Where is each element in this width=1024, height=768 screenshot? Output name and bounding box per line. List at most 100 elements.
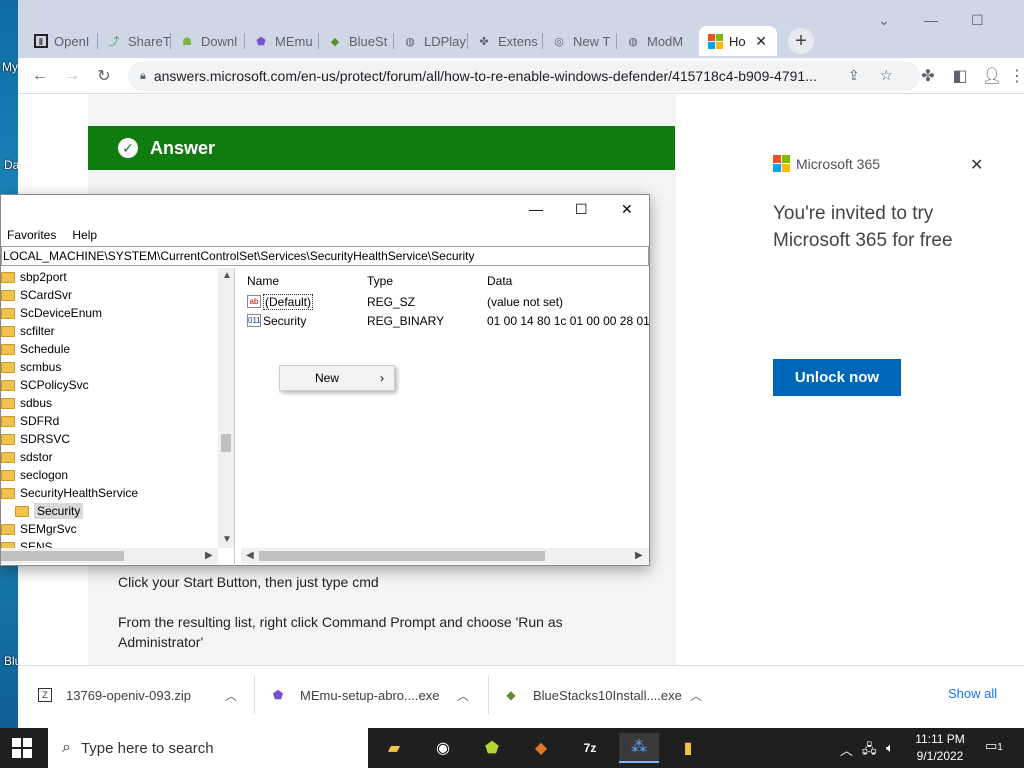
browser-tab[interactable]: ⬟ MEmu (245, 26, 319, 56)
volume-icon[interactable]: 🔈︎ (886, 740, 894, 756)
tree-item[interactable]: sbp2port (1, 268, 67, 286)
notifications-icon[interactable]: ▭1 (985, 738, 1003, 754)
bluestacks-icon: ◆ (506, 688, 516, 702)
microsoft-365-ad: Microsoft 365 ✕ You're invited to try Mi… (773, 155, 1013, 455)
registry-value-row[interactable]: ab (Default) REG_SZ (value not set) (241, 293, 649, 311)
forward-icon[interactable]: → (60, 64, 84, 88)
folder-icon (1, 379, 15, 391)
taskbar: ⌕ Type here to search ▰ ◉ ⬟ ◆ 7z ⁂ ▮ ︿ 🖧… (0, 728, 1024, 768)
chevron-up-icon[interactable]: ︿ (457, 687, 469, 704)
menu-help[interactable]: Help (72, 228, 97, 242)
browser-tab[interactable]: ☗ Downl (171, 26, 245, 56)
list-horizontal-scrollbar[interactable]: ◀ ▶ (241, 548, 649, 564)
download-item[interactable]: ⬟ MEmu-setup-abro....exe ︿ (270, 666, 469, 724)
bookmark-star-icon[interactable]: ☆ (880, 67, 893, 84)
minimize-icon[interactable]: — (529, 201, 543, 217)
registry-editor-icon[interactable]: ⁂ (619, 733, 659, 763)
menu-favorites[interactable]: Favorites (7, 228, 56, 242)
reload-icon[interactable]: ↻ (92, 64, 116, 88)
show-all-downloads-link[interactable]: Show all (948, 686, 997, 701)
scroll-down-icon[interactable]: ▼ (222, 534, 232, 545)
browser-tab[interactable]: ◍ LDPlay (394, 26, 468, 56)
profile-icon[interactable]: 👤︎ (980, 64, 1004, 88)
windows-start-icon[interactable] (12, 738, 32, 758)
registry-address-bar[interactable]: LOCAL_MACHINE\SYSTEM\CurrentControlSet\S… (1, 246, 649, 266)
chevron-up-icon[interactable]: ︿ (225, 687, 237, 704)
scroll-up-icon[interactable]: ▲ (222, 270, 232, 281)
desktop-icon-label[interactable]: My (2, 60, 18, 74)
tree-item[interactable]: SDFRd (1, 412, 59, 430)
browser-tab-active[interactable]: Ho ✕ (699, 26, 777, 56)
close-tab-icon[interactable]: ✕ (755, 33, 767, 50)
scrollbar-thumb[interactable] (1, 551, 124, 561)
browser-tab[interactable]: ◎ New T (543, 26, 617, 56)
side-panel-icon[interactable]: ◧ (948, 64, 972, 88)
share-page-icon[interactable]: ⇪ (848, 67, 860, 84)
taskbar-search-box[interactable]: ⌕ Type here to search (48, 728, 368, 768)
chevron-up-icon[interactable]: ︿ (690, 687, 702, 704)
maximize-icon[interactable]: ☐ (575, 201, 588, 218)
scrollbar-thumb[interactable] (259, 551, 545, 561)
tab-label: LDPlay (424, 33, 466, 49)
back-icon[interactable]: ← (28, 64, 52, 88)
scroll-left-icon[interactable]: ◀ (246, 550, 254, 561)
column-header-data[interactable]: Data (487, 274, 512, 288)
system-clock[interactable]: 11:11 PM 9/1/2022 (905, 731, 975, 765)
column-header-name[interactable]: Name (247, 274, 279, 288)
browser-tab[interactable]: ◆ BlueSt (319, 26, 394, 56)
folder-icon (1, 271, 15, 283)
tree-item[interactable]: sdbus (1, 394, 52, 412)
scroll-right-icon[interactable]: ▶ (635, 550, 643, 561)
list-header: Name Type Data (241, 268, 649, 292)
seven-zip-icon[interactable]: 7z (570, 733, 610, 763)
browser-tab[interactable]: ◍ ModM (617, 26, 691, 56)
scroll-right-icon[interactable]: ▶ (205, 550, 213, 561)
tree-item[interactable]: scfilter (1, 322, 55, 340)
browser-tab[interactable]: ▮ OpenI (26, 26, 98, 56)
tree-item[interactable]: SecurityHealthService (1, 484, 138, 502)
tab-search-icon[interactable]: ⌄ (878, 12, 890, 29)
android-icon: ☗ (182, 35, 192, 48)
tree-item[interactable]: SCPolicySvc (1, 376, 89, 394)
close-icon[interactable]: ✕ (621, 201, 633, 218)
address-bar[interactable]: 🔒︎ answers.microsoft.com/en-us/protect/f… (128, 61, 920, 91)
tree-item[interactable]: SEMgrSvc (1, 520, 77, 538)
tree-item[interactable]: ScDeviceEnum (1, 304, 102, 322)
tree-item[interactable]: scmbus (1, 358, 61, 376)
maximize-icon[interactable]: ☐ (971, 12, 984, 29)
memu-icon[interactable]: ⬟ (472, 733, 512, 763)
browser-tab[interactable]: ⤴ ShareT (98, 26, 171, 56)
tree-item[interactable]: SCardSvr (1, 286, 72, 304)
unlock-now-button[interactable]: Unlock now (773, 359, 901, 396)
chrome-icon[interactable]: ◉ (423, 733, 463, 763)
tree-item-selected[interactable]: Security (15, 502, 84, 520)
tree-item[interactable]: SDRSVC (1, 430, 70, 448)
extensions-icon[interactable]: ✤ (916, 64, 940, 88)
column-header-type[interactable]: Type (367, 274, 393, 288)
search-icon: ⌕ (62, 739, 71, 756)
download-item[interactable]: ◆ BlueStacks10Install....exe ︿ (503, 666, 702, 724)
folder-icon[interactable]: ▮ (668, 733, 708, 763)
tree-item[interactable]: Schedule (1, 340, 70, 358)
tree-vertical-scrollbar[interactable]: ▲ ▼ (218, 268, 234, 548)
bluestacks-icon[interactable]: ◆ (521, 733, 561, 763)
download-item[interactable]: Z 13769-openiv-093.zip ︿ (38, 666, 237, 724)
file-explorer-icon[interactable]: ▰ (374, 733, 414, 763)
registry-value-row[interactable]: 011 Security REG_BINARY 01 00 14 80 1c 0… (241, 312, 649, 330)
tree-item[interactable]: seclogon (1, 466, 68, 484)
tab-label: OpenI (54, 33, 90, 49)
context-menu-new[interactable]: New (315, 371, 339, 385)
network-icon[interactable]: 🖧︎ (862, 740, 877, 762)
regedit-titlebar[interactable]: — ☐ ✕ (1, 195, 649, 225)
browser-tab[interactable]: ✤ Extens (468, 26, 543, 56)
close-icon[interactable]: ✕ (970, 155, 983, 175)
menu-icon[interactable]: ⋮ (1009, 64, 1024, 88)
downloads-bar: Z 13769-openiv-093.zip ︿ ⬟ MEmu-setup-ab… (18, 665, 1024, 728)
scrollbar-thumb[interactable] (221, 434, 231, 452)
download-filename: BlueStacks10Install....exe (533, 687, 682, 703)
new-tab-button[interactable]: + (788, 28, 814, 54)
minimize-icon[interactable]: — (924, 12, 938, 28)
tree-horizontal-scrollbar[interactable]: ▶ (1, 548, 218, 564)
chevron-up-icon[interactable]: ︿ (840, 740, 853, 759)
tree-item[interactable]: sdstor (1, 448, 53, 466)
